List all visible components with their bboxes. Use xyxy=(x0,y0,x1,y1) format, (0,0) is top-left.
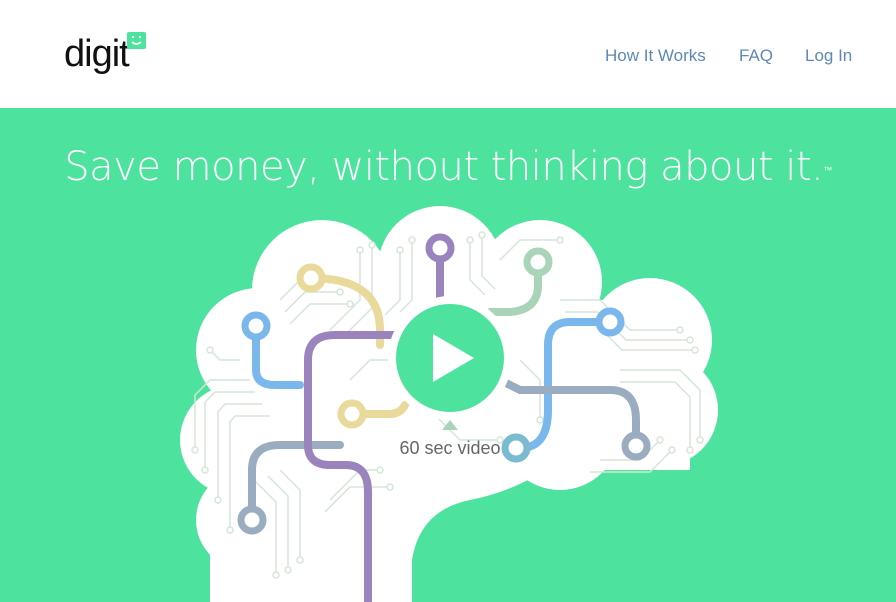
video-caption[interactable]: 60 sec video xyxy=(380,438,520,459)
nav-faq[interactable]: FAQ xyxy=(739,46,773,66)
site-header: digit How It Works FAQ Log In xyxy=(0,0,896,108)
main-nav: How It Works FAQ Log In xyxy=(0,46,896,68)
nav-log-in[interactable]: Log In xyxy=(805,46,852,66)
hero-headline: Save money, without thinking about it.™ xyxy=(0,142,896,192)
headline-text: Save money, without thinking about it. xyxy=(64,144,824,190)
hero-section: Save money, without thinking about it.™ … xyxy=(0,108,896,602)
nav-how-it-works[interactable]: How It Works xyxy=(605,46,706,66)
trademark-symbol: ™ xyxy=(823,166,832,176)
